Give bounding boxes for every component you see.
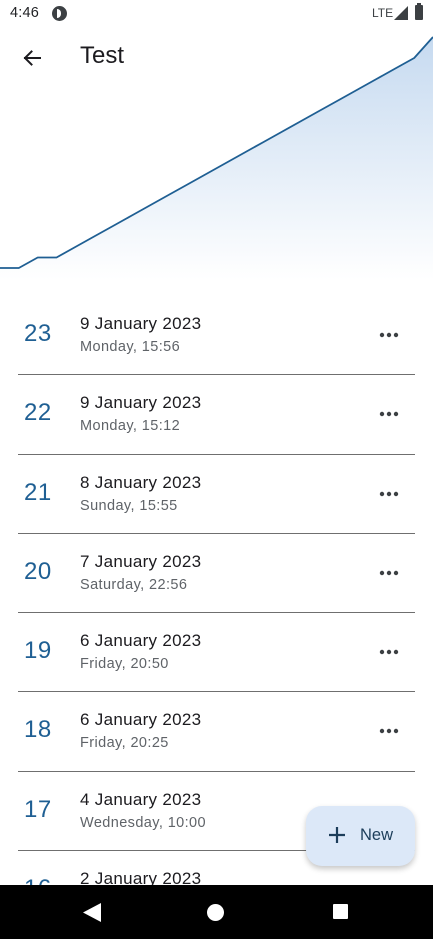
entry-day-time: Wednesday, 10:00 bbox=[80, 814, 206, 831]
nav-recents-icon[interactable] bbox=[333, 904, 348, 919]
entry-day-time: Sunday, 15:55 bbox=[80, 497, 178, 514]
entry-date: 7 January 2023 bbox=[80, 551, 202, 571]
network-type-label: LTE bbox=[372, 6, 394, 20]
entry-date: 6 January 2023 bbox=[80, 710, 202, 730]
nav-home-icon[interactable] bbox=[207, 904, 224, 921]
more-horizontal-icon bbox=[379, 412, 399, 417]
entry-number: 18 bbox=[24, 716, 52, 744]
list-item[interactable]: 20 7 January 2023 Saturday, 22:56 bbox=[0, 534, 433, 614]
plus-icon bbox=[329, 827, 345, 843]
entry-date: 9 January 2023 bbox=[80, 393, 202, 413]
more-options-button[interactable] bbox=[370, 481, 408, 507]
signal-icon bbox=[394, 6, 408, 20]
entry-date: 9 January 2023 bbox=[80, 314, 202, 333]
entry-day-time: Friday, 20:50 bbox=[80, 656, 169, 673]
entry-date: 8 January 2023 bbox=[80, 472, 202, 492]
entry-number: 22 bbox=[24, 399, 52, 427]
more-horizontal-icon bbox=[379, 729, 399, 734]
list-item[interactable]: 22 9 January 2023 Monday, 15:12 bbox=[0, 375, 433, 455]
entry-date: 6 January 2023 bbox=[80, 631, 202, 651]
entry-number: 23 bbox=[24, 320, 52, 347]
more-horizontal-icon bbox=[379, 649, 399, 655]
status-time: 4:46 bbox=[10, 5, 40, 21]
screen: 4:46 LTE Test 23 9 January 2023 Monday, 15… bbox=[0, 0, 433, 939]
system-nav-bar bbox=[0, 885, 433, 939]
list-item[interactable]: 18 6 January 2023 Friday, 20:25 bbox=[0, 692, 433, 772]
back-button[interactable] bbox=[10, 36, 54, 80]
entry-number: 17 bbox=[24, 795, 52, 823]
list-item[interactable]: 21 8 January 2023 Sunday, 15:55 bbox=[0, 455, 433, 534]
nav-back-icon[interactable] bbox=[83, 903, 101, 922]
entry-day-time: Monday, 15:56 bbox=[80, 339, 181, 355]
app-notification-icon bbox=[52, 6, 67, 21]
entry-number: 20 bbox=[24, 557, 52, 585]
new-entry-label: New bbox=[360, 826, 394, 844]
entry-day-time: Saturday, 22:56 bbox=[80, 576, 188, 593]
more-horizontal-icon bbox=[379, 332, 399, 338]
more-options-button[interactable] bbox=[370, 560, 408, 586]
more-options-button[interactable] bbox=[370, 718, 408, 744]
entry-day-time: Monday, 15:12 bbox=[80, 418, 181, 435]
battery-icon bbox=[415, 3, 423, 20]
entry-number: 19 bbox=[24, 637, 52, 665]
entry-date: 4 January 2023 bbox=[80, 789, 202, 809]
more-options-button[interactable] bbox=[370, 401, 408, 427]
status-bar: 4:46 LTE bbox=[0, 0, 433, 28]
app-bar: Test bbox=[0, 28, 433, 88]
list-item[interactable]: 19 6 January 2023 Friday, 20:50 bbox=[0, 613, 433, 693]
more-horizontal-icon bbox=[379, 570, 399, 576]
more-options-button[interactable] bbox=[370, 322, 408, 348]
page-title: Test bbox=[80, 42, 125, 69]
more-horizontal-icon bbox=[379, 491, 399, 496]
entry-number: 21 bbox=[24, 478, 52, 506]
arrow-left-icon bbox=[23, 50, 41, 66]
list-item[interactable]: 23 9 January 2023 Monday, 15:56 bbox=[0, 296, 433, 376]
more-options-button[interactable] bbox=[370, 639, 408, 665]
entry-day-time: Friday, 20:25 bbox=[80, 735, 169, 752]
new-entry-button[interactable]: New bbox=[306, 806, 415, 866]
